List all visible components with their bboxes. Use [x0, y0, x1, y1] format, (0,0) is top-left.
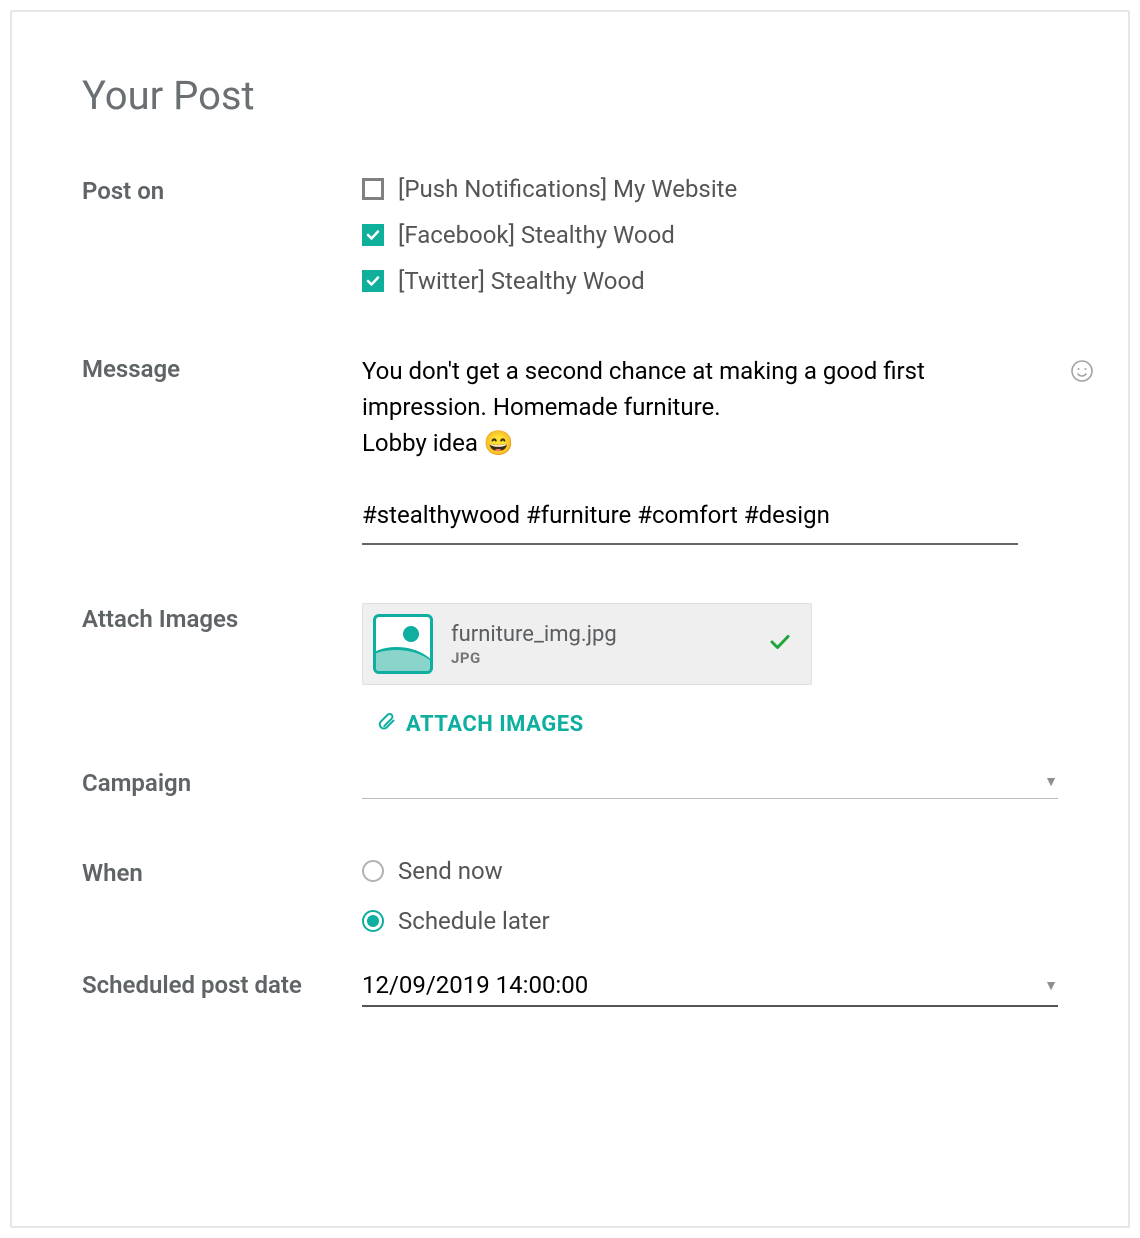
scheduled-date-value: 12/09/2019 14:00:00 — [362, 971, 588, 999]
attach-images-button[interactable]: ATTACH IMAGES — [376, 711, 584, 737]
page-title: Your Post — [82, 72, 1058, 119]
post-on-checklist: [Push Notifications] My Website [Faceboo… — [362, 175, 1058, 295]
label-when: When — [82, 857, 362, 887]
label-attach: Attach Images — [82, 603, 362, 633]
when-option-schedule-later[interactable]: Schedule later — [362, 907, 1058, 935]
checkbox-checked-icon — [362, 270, 384, 292]
row-campaign: Campaign ▼ — [82, 767, 1058, 799]
attachment-chip[interactable]: furniture_img.jpg JPG — [362, 603, 812, 685]
post-on-option-label: [Twitter] Stealthy Wood — [398, 267, 645, 295]
radio-selected-icon — [362, 910, 384, 932]
attachment-filetype: JPG — [451, 649, 617, 667]
checkbox-checked-icon — [362, 224, 384, 246]
label-campaign: Campaign — [82, 767, 362, 797]
row-attach: Attach Images furniture_img.jpg JPG — [82, 603, 1058, 737]
post-form-card: Your Post Post on [Push Notifications] M… — [10, 10, 1130, 1228]
field-campaign: ▼ — [362, 767, 1058, 799]
image-thumbnail-icon — [373, 614, 433, 674]
field-message: You don't get a second chance at making … — [362, 353, 1058, 545]
chevron-down-icon: ▼ — [1044, 977, 1058, 994]
row-post-on: Post on [Push Notifications] My Website … — [82, 175, 1058, 295]
row-scheduled: Scheduled post date 12/09/2019 14:00:00 … — [82, 969, 1058, 1007]
emoji-picker-icon[interactable] — [1070, 359, 1094, 389]
field-post-on: [Push Notifications] My Website [Faceboo… — [362, 175, 1058, 295]
label-scheduled: Scheduled post date — [82, 969, 362, 999]
post-on-option-push[interactable]: [Push Notifications] My Website — [362, 175, 1058, 203]
post-on-option-label: [Facebook] Stealthy Wood — [398, 221, 675, 249]
field-when: Send now Schedule later — [362, 857, 1058, 935]
post-on-option-label: [Push Notifications] My Website — [398, 175, 737, 203]
when-option-send-now[interactable]: Send now — [362, 857, 1058, 885]
paperclip-icon — [376, 711, 396, 737]
field-scheduled: 12/09/2019 14:00:00 ▼ — [362, 969, 1058, 1007]
when-radiogroup: Send now Schedule later — [362, 857, 1058, 935]
checkbox-unchecked-icon — [362, 178, 384, 200]
message-textarea[interactable]: You don't get a second chance at making … — [362, 353, 1018, 545]
scheduled-date-input[interactable]: 12/09/2019 14:00:00 ▼ — [362, 969, 1058, 1007]
radio-unselected-icon — [362, 860, 384, 882]
chevron-down-icon: ▼ — [1044, 773, 1058, 790]
attachment-filename: furniture_img.jpg — [451, 622, 617, 647]
when-option-label: Send now — [398, 857, 503, 885]
post-on-option-twitter[interactable]: [Twitter] Stealthy Wood — [362, 267, 1058, 295]
post-on-option-facebook[interactable]: [Facebook] Stealthy Wood — [362, 221, 1058, 249]
field-attach: furniture_img.jpg JPG ATTACH IMAGES — [362, 603, 1058, 737]
row-message: Message You don't get a second chance at… — [82, 353, 1058, 545]
label-post-on: Post on — [82, 175, 362, 205]
attachment-success-icon — [769, 631, 791, 657]
when-option-label: Schedule later — [398, 907, 550, 935]
attachment-file-info: furniture_img.jpg JPG — [451, 622, 617, 667]
campaign-select[interactable]: ▼ — [362, 767, 1058, 799]
attach-images-button-label: ATTACH IMAGES — [406, 712, 584, 737]
label-message: Message — [82, 353, 362, 383]
row-when: When Send now Schedule later — [82, 857, 1058, 935]
